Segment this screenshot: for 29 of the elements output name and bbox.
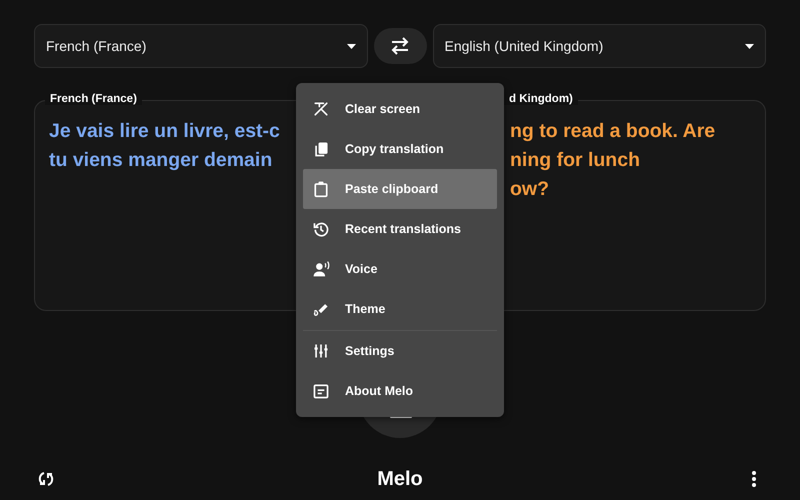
dropdown-caret-icon <box>745 44 754 48</box>
menu-item[interactable]: Theme <box>303 289 497 329</box>
menu-item[interactable]: Recent translations <box>303 209 497 249</box>
translated-text-line: ning for lunch <box>510 148 640 173</box>
clear-icon <box>312 100 330 118</box>
menu-item[interactable]: Paste clipboard <box>303 169 497 209</box>
translated-text-line: ng to read a book. Are <box>510 119 716 144</box>
voice-icon <box>312 260 330 278</box>
swap-languages-button[interactable] <box>374 28 426 64</box>
panel-label: d Kingdom) <box>504 93 578 105</box>
panel-label: French (France) <box>45 93 142 105</box>
source-text-line: Je vais lire un livre, est-c <box>49 119 280 144</box>
about-icon <box>312 382 330 400</box>
menu-item[interactable]: Voice <box>303 249 497 289</box>
menu-item[interactable]: About Melo <box>303 371 497 411</box>
refresh-icon[interactable] <box>36 469 56 489</box>
menu-item[interactable]: Clear screen <box>303 89 497 129</box>
source-text-line: tu viens manger demain <box>49 148 272 173</box>
swap-arrows-icon <box>390 37 410 55</box>
history-icon <box>312 220 330 238</box>
app-title: Melo <box>377 468 423 490</box>
menu-item[interactable]: Settings <box>303 331 497 371</box>
target-language-select[interactable]: English (United Kingdom) <box>432 24 766 68</box>
settings-icon <box>312 342 330 360</box>
source-language-select[interactable]: French (France) <box>34 24 368 68</box>
translated-text-line: ow? <box>510 177 549 202</box>
paste-icon <box>312 180 330 198</box>
menu-item[interactable]: Copy translation <box>303 129 497 169</box>
dropdown-caret-icon <box>346 44 356 48</box>
